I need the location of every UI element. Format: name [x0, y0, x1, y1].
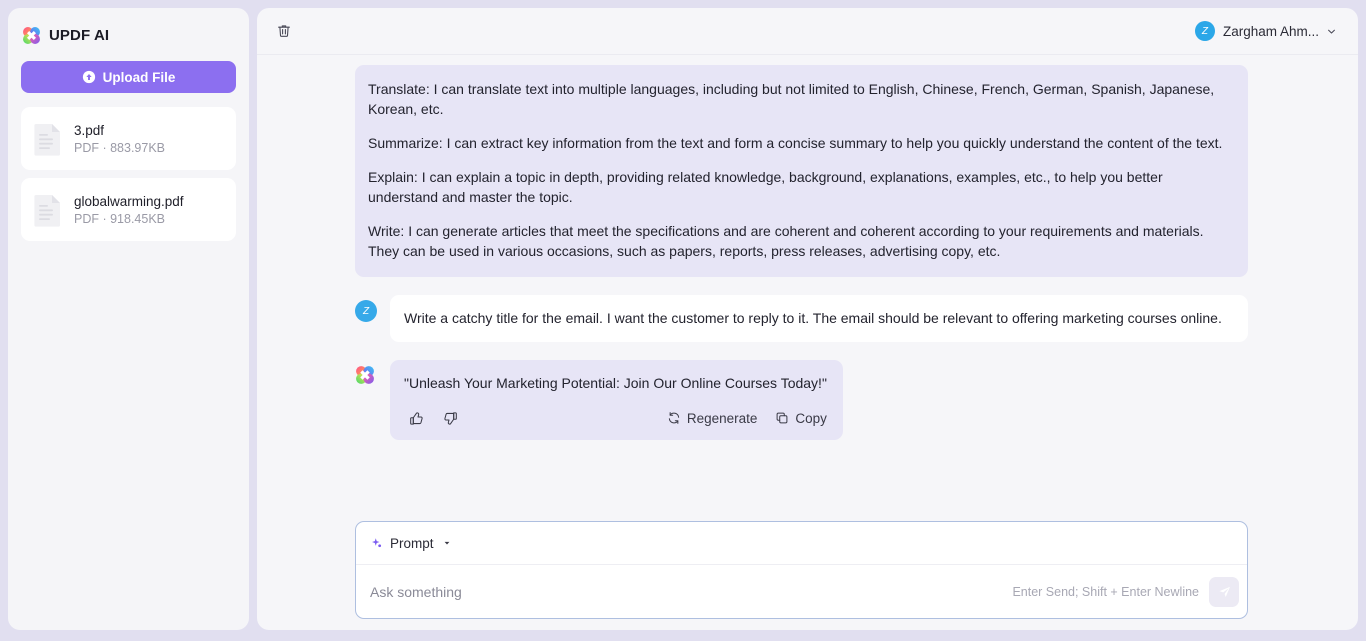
file-meta: globalwarming.pdf PDF · 918.45KB — [74, 194, 184, 226]
file-meta: 3.pdf PDF · 883.97KB — [74, 123, 165, 155]
user-name: Zargham Ahm... — [1222, 23, 1319, 39]
assistant-answer-wrap: "Unleash Your Marketing Potential: Join … — [390, 360, 843, 440]
refresh-icon — [667, 411, 681, 425]
chevron-down-icon — [1327, 27, 1336, 36]
regenerate-button[interactable]: Regenerate — [667, 410, 758, 426]
upload-file-label: Upload File — [102, 69, 176, 85]
prompt-mode-selector[interactable]: Prompt — [370, 536, 451, 551]
composer-container: Prompt Enter Send; Shift + Enter Newline — [355, 521, 1248, 619]
thumbs-up-button[interactable] — [404, 408, 428, 428]
chevron-down-icon — [441, 539, 451, 547]
copy-icon — [775, 411, 789, 425]
list-item[interactable]: 3.pdf PDF · 883.97KB — [21, 107, 236, 170]
chat-message-user: Z Write a catchy title for the email. I … — [355, 295, 1248, 342]
send-hint: Enter Send; Shift + Enter Newline — [1012, 584, 1199, 599]
file-meta-text: PDF · 883.97KB — [74, 140, 166, 155]
regenerate-label: Regenerate — [686, 410, 758, 426]
composer-toolbar: Prompt — [356, 522, 1247, 565]
assistant-paragraph: Write: I can generate articles that meet… — [368, 223, 1204, 259]
updf-clover-logo-icon — [22, 26, 41, 45]
chat-message-assistant: Translate: I can translate text into mul… — [355, 65, 1248, 277]
file-list: 3.pdf PDF · 883.97KB globalwarming.pdf P… — [21, 107, 236, 241]
composer-input-row: Enter Send; Shift + Enter Newline — [356, 565, 1247, 618]
updf-clover-logo-icon — [355, 365, 377, 387]
sidebar: UPDF AI Upload File 3.pdf PDF · 883.97KB… — [8, 8, 249, 630]
thumbs-down-button[interactable] — [438, 408, 462, 428]
assistant-bubble: Translate: I can translate text into mul… — [355, 65, 1248, 277]
send-plane-icon — [1217, 584, 1232, 599]
thumbs-up-icon — [409, 411, 424, 426]
upload-file-button[interactable]: Upload File — [21, 61, 236, 93]
avatar: Z — [1194, 21, 1215, 41]
list-item[interactable]: globalwarming.pdf PDF · 918.45KB — [21, 178, 236, 241]
prompt-mode-label: Prompt — [390, 535, 434, 551]
ask-input[interactable] — [370, 583, 1003, 600]
file-name: 3.pdf — [74, 122, 105, 138]
assistant-paragraph: Summarize: I can extract key information… — [368, 135, 1223, 151]
avatar: Z — [355, 300, 377, 322]
chat-message-assistant: "Unleash Your Marketing Potential: Join … — [355, 360, 1248, 440]
composer: Prompt Enter Send; Shift + Enter Newline — [355, 521, 1248, 619]
user-avatar-initial: Z — [355, 300, 377, 322]
thumbs-down-icon — [443, 411, 458, 426]
user-menu[interactable]: Z Zargham Ahm... — [1194, 21, 1336, 41]
copy-button[interactable]: Copy — [775, 411, 827, 426]
user-bubble: Write a catchy title for the email. I wa… — [390, 295, 1248, 342]
send-button[interactable] — [1209, 576, 1239, 607]
delete-chat-button[interactable] — [271, 18, 297, 44]
app-root: UPDF AI Upload File 3.pdf PDF · 883.97KB… — [0, 0, 1366, 641]
assistant-paragraph: Translate: I can translate text into mul… — [368, 81, 1215, 117]
assistant-paragraph: Explain: I can explain a topic in depth,… — [368, 169, 1163, 205]
main-panel: Z Zargham Ahm... Translate: I can transl… — [257, 8, 1358, 630]
file-name: globalwarming.pdf — [74, 193, 184, 209]
page-title: UPDF AI — [49, 26, 110, 44]
pdf-document-icon — [33, 193, 63, 227]
copy-label: Copy — [795, 410, 827, 426]
pdf-document-icon — [33, 122, 63, 156]
assistant-bubble: "Unleash Your Marketing Potential: Join … — [390, 360, 843, 440]
file-meta-text: PDF · 918.45KB — [74, 211, 166, 226]
main-header: Z Zargham Ahm... — [257, 8, 1358, 55]
brand: UPDF AI — [21, 22, 236, 48]
trash-icon — [276, 23, 292, 39]
upload-arrow-circle-icon — [82, 70, 96, 84]
assistant-answer-text: "Unleash Your Marketing Potential: Join … — [404, 375, 827, 391]
message-actions: Regenerate Copy — [404, 408, 827, 428]
sparkle-icon — [370, 537, 383, 550]
